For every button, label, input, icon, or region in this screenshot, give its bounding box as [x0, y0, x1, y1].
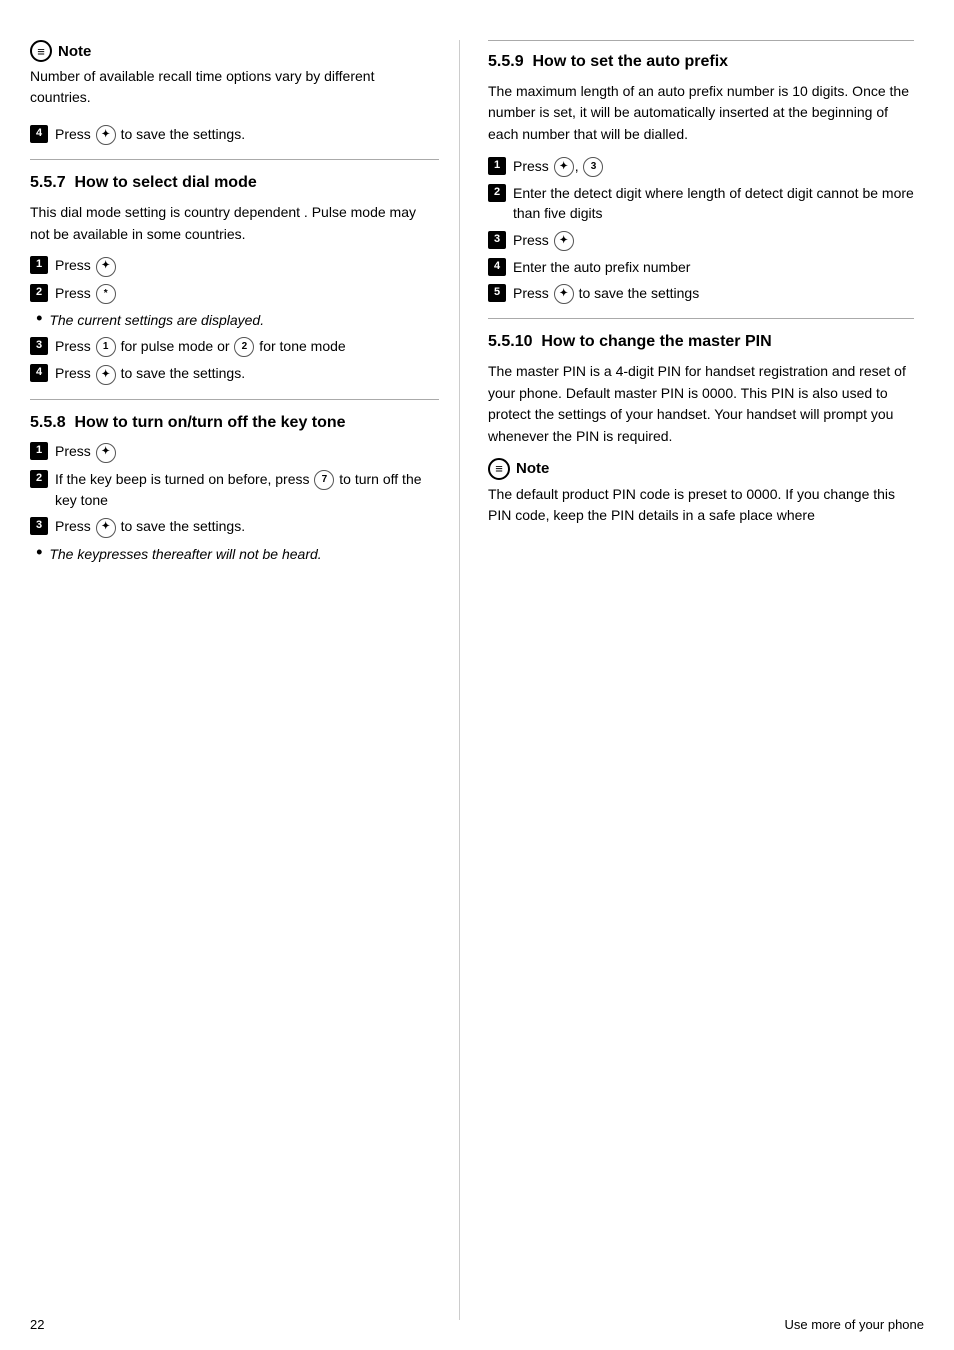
step-num-559-3: 3 [488, 231, 506, 249]
section-558-title: 5.5.8 How to turn on/turn off the key to… [30, 412, 439, 434]
step-text-559-1: Press ✦, 3 [513, 156, 914, 177]
step-559-5: 5 Press ✦ to save the settings [488, 283, 914, 304]
two-icon-557-3: 2 [234, 337, 254, 357]
step-num-559-4: 4 [488, 258, 506, 276]
section-559-title: 5.5.9 How to set the auto prefix [488, 51, 914, 73]
step-num-558-2: 2 [30, 470, 48, 488]
step-text-557-1: Press ✦ [55, 255, 439, 276]
step-text-557-2: Press * [55, 283, 439, 304]
section-557-steps: 1 Press ✦ 2 Press * • The current settin… [30, 255, 439, 384]
note-header-top: ≡ Note [30, 40, 439, 62]
note-title-top: Note [58, 43, 91, 60]
step-text-557-4: Press ✦ to save the settings. [55, 363, 439, 384]
step-558-1: 1 Press ✦ [30, 441, 439, 462]
note-box-5510: ≡ Note The default product PIN code is p… [488, 458, 914, 526]
nav-icon-557-1: ✦ [96, 257, 116, 277]
section-558-steps: 1 Press ✦ 2 If the key beep is turned on… [30, 441, 439, 563]
bullet-text-557: The current settings are displayed. [49, 310, 264, 330]
seven-icon-558-2: 7 [314, 470, 334, 490]
note-step-4: 4 Press ✦ to save the settings. [30, 124, 439, 145]
bullet-text-558: The keypresses thereafter will not be he… [49, 544, 321, 564]
step-num-note-4: 4 [30, 125, 48, 143]
step-557-bullet: • The current settings are displayed. [30, 310, 439, 330]
step-557-1: 1 Press ✦ [30, 255, 439, 276]
step-text-559-5: Press ✦ to save the settings [513, 283, 914, 304]
note-box-top: ≡ Note Number of available recall time o… [30, 40, 439, 108]
step-558-2: 2 If the key beep is turned on before, p… [30, 469, 439, 511]
step-text-558-1: Press ✦ [55, 441, 439, 462]
section-557-title: 5.5.7 How to select dial mode [30, 172, 439, 194]
nav-icon-558-3: ✦ [96, 518, 116, 538]
step-text-559-2: Enter the detect digit where length of d… [513, 183, 914, 224]
step-num-559-1: 1 [488, 157, 506, 175]
step-559-1: 1 Press ✦, 3 [488, 156, 914, 177]
divider-1 [30, 159, 439, 160]
step-558-3: 3 Press ✦ to save the settings. [30, 516, 439, 537]
three-icon-559-1: 3 [583, 157, 603, 177]
section-557: 5.5.7 How to select dial mode This dial … [30, 172, 439, 384]
step-num-559-2: 2 [488, 184, 506, 202]
bullet-dot-558: • [36, 543, 42, 561]
step-557-2: 2 Press * [30, 283, 439, 304]
step-557-3: 3 Press 1 for pulse mode or 2 for tone m… [30, 336, 439, 357]
nav-icon-557-4: ✦ [96, 365, 116, 385]
step-558-bullet: • The keypresses thereafter will not be … [30, 544, 439, 564]
step-559-2: 2 Enter the detect digit where length of… [488, 183, 914, 224]
right-column: 5.5.9 How to set the auto prefix The max… [460, 40, 914, 1320]
section-559-desc: The maximum length of an auto prefix num… [488, 81, 914, 146]
nav-button-note: ✦ [96, 125, 116, 145]
note-text-top: Number of available recall time options … [30, 66, 439, 108]
divider-right-mid [488, 318, 914, 319]
left-column: ≡ Note Number of available recall time o… [30, 40, 460, 1320]
note-text-5510: The default product PIN code is preset t… [488, 484, 914, 526]
step-text-558-2: If the key beep is turned on before, pre… [55, 469, 439, 511]
divider-2 [30, 399, 439, 400]
section-5510-desc: The master PIN is a 4-digit PIN for hand… [488, 361, 914, 448]
step-text-558-3: Press ✦ to save the settings. [55, 516, 439, 537]
star-icon-557-2: * [96, 284, 116, 304]
nav-icon-559-5: ✦ [554, 284, 574, 304]
step-num-557-4: 4 [30, 364, 48, 382]
step-num-557-1: 1 [30, 256, 48, 274]
one-icon-557-3: 1 [96, 337, 116, 357]
section-558: 5.5.8 How to turn on/turn off the key to… [30, 412, 439, 564]
step-text-559-4: Enter the auto prefix number [513, 257, 914, 277]
step-557-4: 4 Press ✦ to save the settings. [30, 363, 439, 384]
nav-icon-558-1: ✦ [96, 443, 116, 463]
note-icon-5510: ≡ [488, 458, 510, 480]
step-559-4: 4 Enter the auto prefix number [488, 257, 914, 277]
section-559: 5.5.9 How to set the auto prefix The max… [488, 40, 914, 304]
nav-icon-559-3: ✦ [554, 231, 574, 251]
step-559-3: 3 Press ✦ [488, 230, 914, 251]
note-title-5510: Note [516, 460, 549, 477]
step-text-559-3: Press ✦ [513, 230, 914, 251]
step-num-558-1: 1 [30, 442, 48, 460]
section-5510-title: 5.5.10 How to change the master PIN [488, 331, 914, 353]
step-text-557-3: Press 1 for pulse mode or 2 for tone mod… [55, 336, 439, 357]
section-557-desc: This dial mode setting is country depend… [30, 202, 439, 245]
step-num-559-5: 5 [488, 284, 506, 302]
step-num-557-2: 2 [30, 284, 48, 302]
section-559-steps: 1 Press ✦, 3 2 Enter the detect digit wh… [488, 156, 914, 305]
footer-right-text: Use more of your phone [785, 1317, 924, 1332]
section-5510: 5.5.10 How to change the master PIN The … [488, 331, 914, 525]
page-number: 22 [30, 1317, 44, 1332]
note-icon-top: ≡ [30, 40, 52, 62]
nav-icon-559-1: ✦ [554, 157, 574, 177]
bullet-dot-557: • [36, 309, 42, 327]
divider-right-top [488, 40, 914, 41]
step-num-557-3: 3 [30, 337, 48, 355]
note-header-5510: ≡ Note [488, 458, 914, 480]
step-text-note-4: Press ✦ to save the settings. [55, 124, 439, 145]
page-footer: 22 Use more of your phone [30, 1317, 924, 1332]
step-num-558-3: 3 [30, 517, 48, 535]
